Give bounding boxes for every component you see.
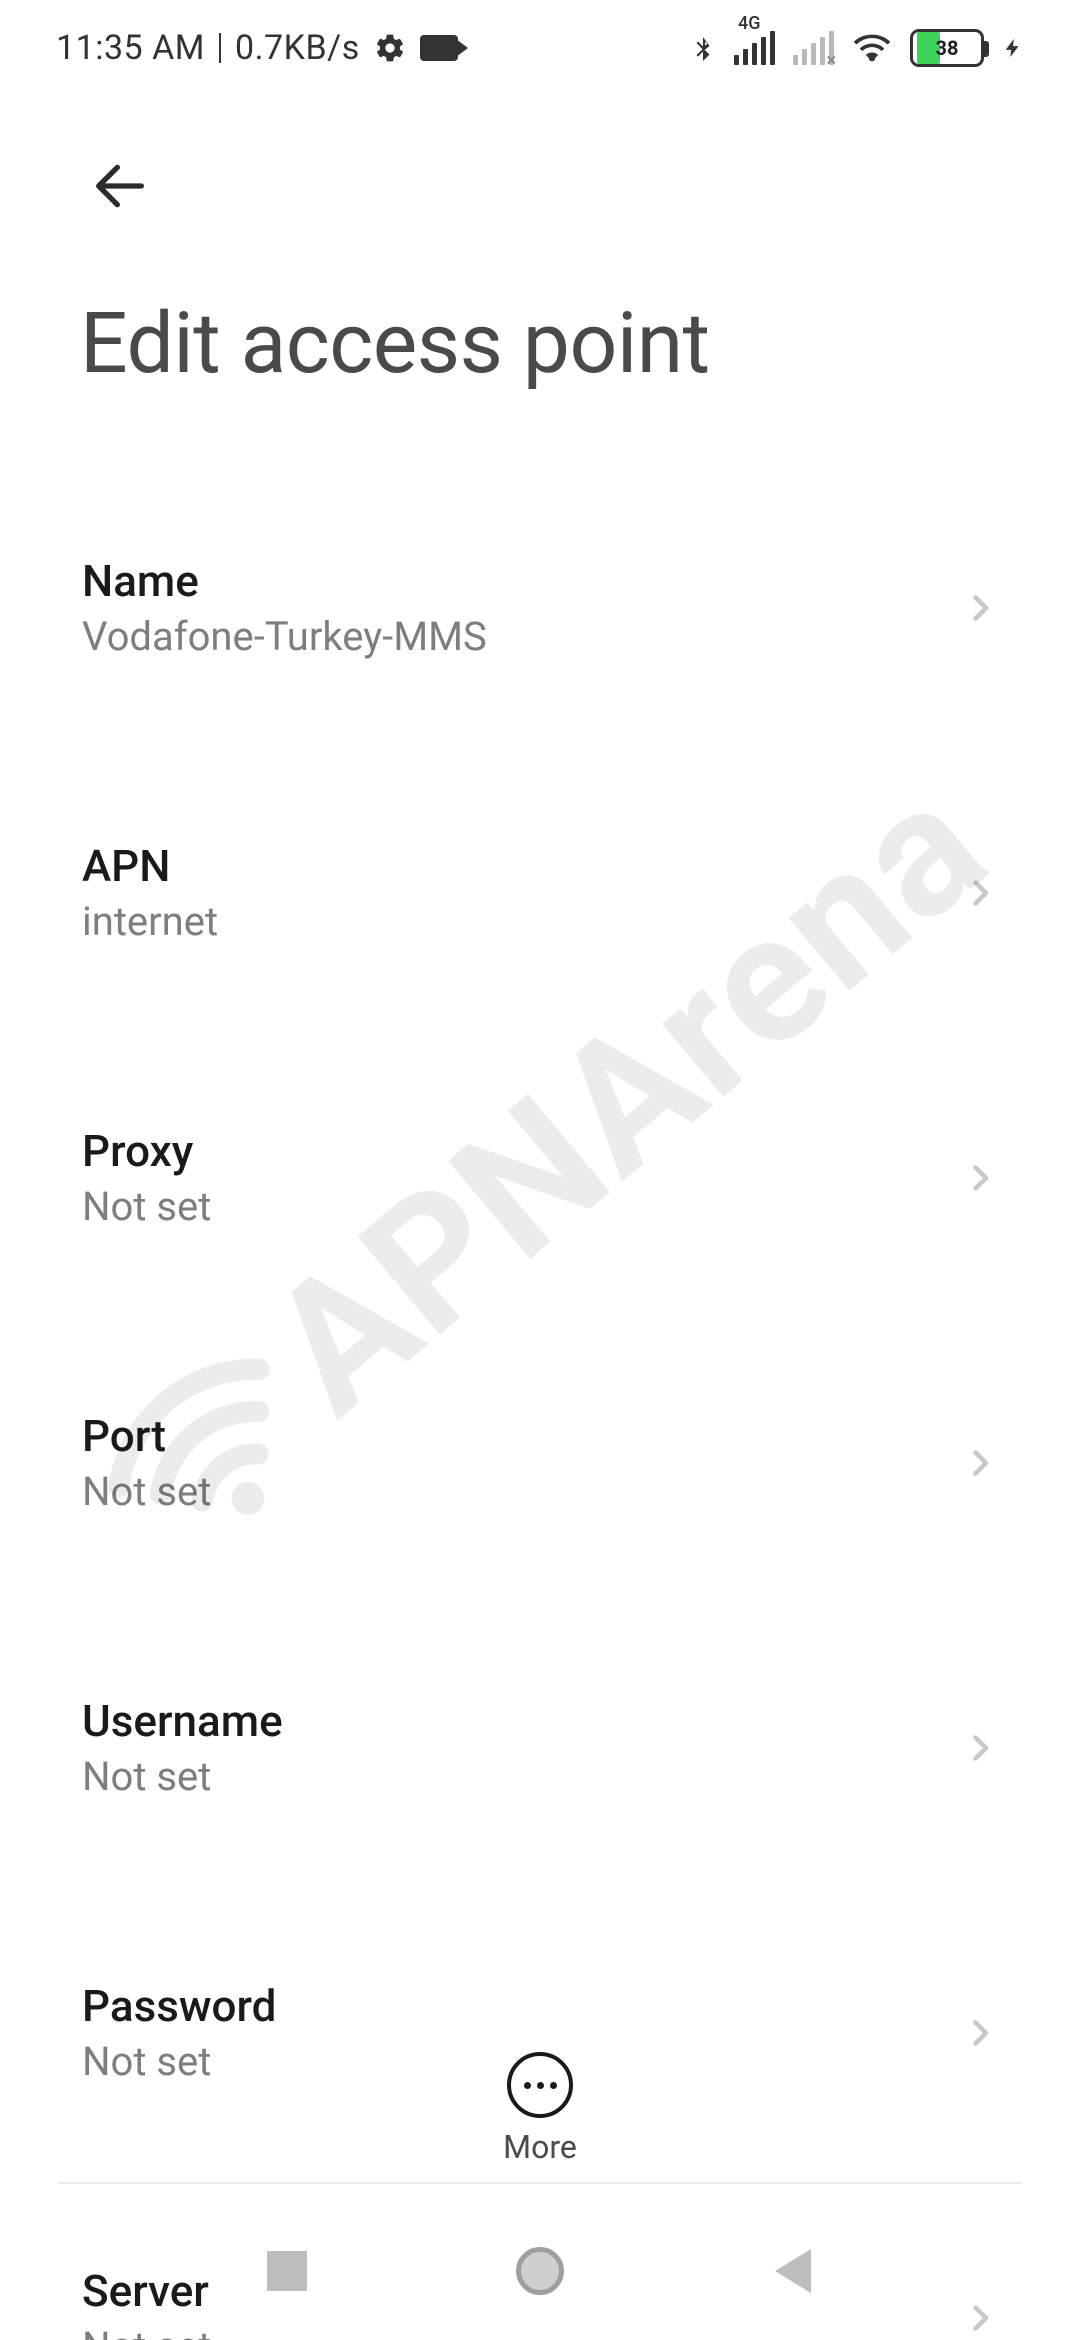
status-netspeed: 0.7KB/s [235, 28, 360, 68]
setting-value: Not set [82, 1468, 211, 1515]
chevron-right-icon [962, 1445, 998, 1481]
bluetooth-icon [690, 29, 716, 67]
navigation-bar [0, 2202, 1080, 2340]
status-separator [219, 33, 221, 63]
square-icon [267, 2251, 307, 2291]
setting-label: Username [82, 1695, 283, 1747]
setting-label: Port [82, 1410, 211, 1462]
back-button[interactable] [80, 146, 160, 226]
gear-icon [374, 32, 406, 64]
setting-row-name[interactable]: Name Vodafone-Turkey-MMS [82, 511, 998, 704]
battery-percent: 38 [913, 32, 981, 64]
chevron-right-icon [962, 1160, 998, 1196]
status-time: 11:35 AM [56, 28, 205, 68]
setting-label: APN [82, 840, 218, 892]
page-title: Edit access point [80, 294, 1000, 393]
nav-recents-button[interactable] [252, 2236, 322, 2306]
setting-value: Not set [82, 1753, 283, 1800]
chevron-right-icon [962, 590, 998, 626]
setting-label: Name [82, 555, 487, 607]
more-icon [507, 2052, 573, 2118]
charging-icon [1002, 29, 1024, 67]
setting-label: Password [82, 1980, 276, 2032]
signal-1-icon: 4G [734, 31, 775, 65]
setting-row-proxy[interactable]: Proxy Not set [82, 1081, 998, 1274]
setting-row-username[interactable]: Username Not set [82, 1651, 998, 1844]
setting-value: Not set [82, 1183, 211, 1230]
arrow-left-icon [88, 154, 152, 218]
wifi-icon [852, 28, 892, 68]
chevron-right-icon [962, 1730, 998, 1766]
setting-label: Proxy [82, 1125, 211, 1177]
setting-value: Vodafone-Turkey-MMS [82, 613, 487, 660]
chevron-right-icon [962, 875, 998, 911]
camera-icon [420, 35, 458, 61]
signal-2-icon: × [793, 31, 834, 65]
chevron-right-icon [962, 2015, 998, 2051]
setting-value: internet [82, 898, 218, 945]
nav-back-button[interactable] [758, 2236, 828, 2306]
more-label: More [503, 2128, 577, 2166]
network-tag: 4G [738, 13, 761, 34]
setting-row-apn[interactable]: APN internet [82, 796, 998, 989]
setting-row-port[interactable]: Port Not set [82, 1366, 998, 1559]
circle-icon [516, 2247, 564, 2295]
status-bar: 11:35 AM 0.7KB/s 4G × [0, 0, 1080, 96]
nav-home-button[interactable] [505, 2236, 575, 2306]
more-button[interactable]: More [0, 2052, 1080, 2166]
triangle-left-icon [775, 2249, 811, 2293]
settings-list: Name Vodafone-Turkey-MMS APN internet Pr… [0, 393, 1080, 2340]
battery-icon: 38 [910, 29, 984, 67]
divider [58, 2182, 1022, 2184]
